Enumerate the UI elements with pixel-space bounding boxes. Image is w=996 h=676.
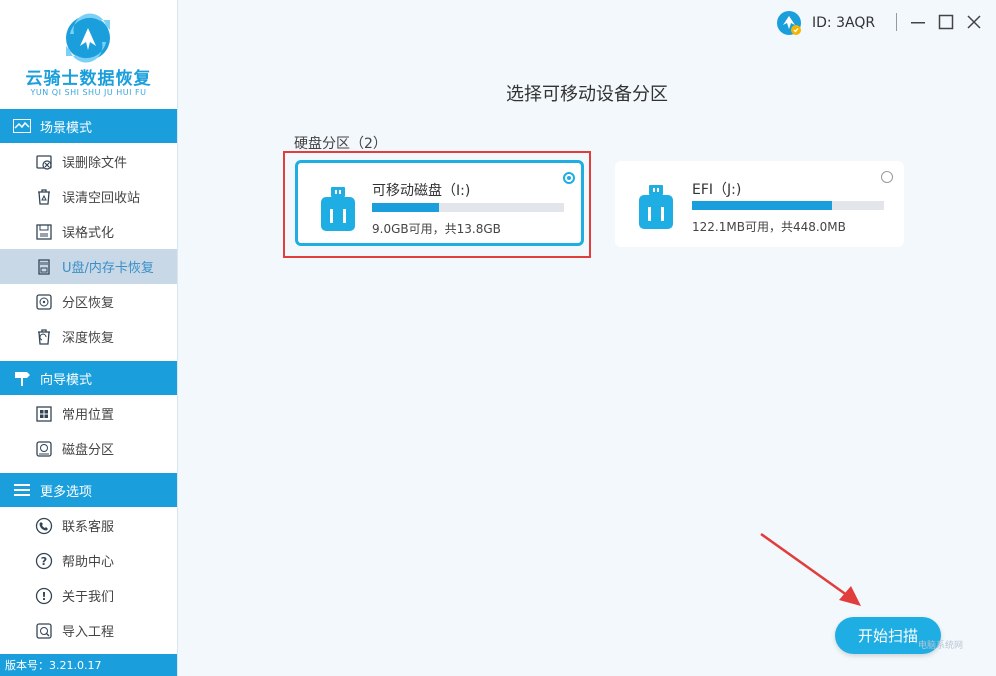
sidebar-item-deep-recovery[interactable]: 深度恢复: [0, 319, 177, 354]
info-icon: !: [35, 587, 53, 605]
sidebar: 云骑士数据恢复 YUN QI SHI SHU JU HUI FU 场景模式 误删…: [0, 0, 178, 676]
sidebar-item-label: 误清空回收站: [62, 191, 141, 206]
usage-bar-fill: [692, 201, 833, 210]
sidebar-item-format[interactable]: 误格式化: [0, 214, 177, 249]
sidebar-item-label: 帮助中心: [62, 555, 115, 570]
close-icon: [967, 15, 981, 29]
recycle-bin-icon: [35, 188, 53, 206]
deep-recover-icon: [35, 328, 53, 346]
sidebar-item-about-us[interactable]: ! 关于我们: [0, 578, 177, 613]
watermark: 电脑系统网: [918, 641, 964, 651]
partition-card-efi[interactable]: EFI（J:) 122.1MB可用，共448.0MB: [615, 161, 904, 247]
section-wizard-mode: 向导模式: [0, 361, 177, 395]
user-avatar-icon: [777, 11, 801, 35]
sidebar-item-help-center[interactable]: ? 帮助中心: [0, 543, 177, 578]
sidebar-item-label: 深度恢复: [62, 331, 115, 346]
sidebar-item-label: 磁盘分区: [62, 443, 115, 458]
app-name: 云骑士数据恢复: [25, 69, 152, 89]
separator: [895, 12, 899, 32]
version-label: 版本号：3.21.0.17: [0, 654, 177, 676]
page-title: 选择可移动设备分区: [506, 84, 668, 105]
section-title: 更多选项: [40, 484, 93, 500]
section-more-options: 更多选项: [0, 473, 177, 507]
usage-bar: [692, 201, 884, 210]
maximize-button[interactable]: [936, 12, 956, 32]
partition-icon: [35, 293, 53, 311]
minimize-icon: [911, 22, 925, 24]
menu-lines-icon: [13, 481, 31, 499]
windows-icon: [35, 405, 53, 423]
format-icon: [35, 223, 53, 241]
partition-count-label: 硬盘分区（2）: [294, 136, 387, 152]
close-button[interactable]: [964, 12, 984, 32]
partition-info: 122.1MB可用，共448.0MB: [692, 220, 846, 234]
sidebar-item-common-locations[interactable]: 常用位置: [0, 396, 177, 431]
sidebar-item-label: 导入工程: [62, 625, 115, 640]
usb-drive-icon: [321, 187, 355, 231]
disk-icon: [35, 440, 53, 458]
sidebar-item-deleted-files[interactable]: 误删除文件: [0, 144, 177, 179]
svg-text:!: !: [41, 590, 46, 603]
usage-bar: [372, 203, 564, 212]
annotation-arrow: [760, 532, 861, 606]
sidebar-item-label: 常用位置: [62, 408, 115, 423]
partition-name: 可移动磁盘（I:): [372, 183, 471, 199]
logo-icon: [66, 13, 110, 63]
signpost-icon: [13, 369, 31, 387]
app-name-pinyin: YUN QI SHI SHU JU HUI FU: [30, 88, 147, 97]
user-id: ID: 3AQR: [812, 15, 876, 31]
sidebar-item-partition-recovery[interactable]: 分区恢复: [0, 284, 177, 319]
sidebar-item-disk-partition[interactable]: 磁盘分区: [0, 431, 177, 466]
radio-selected[interactable]: [563, 172, 575, 184]
svg-text:?: ?: [41, 555, 47, 568]
minimize-button[interactable]: [908, 12, 928, 32]
section-title: 场景模式: [40, 120, 93, 136]
sidebar-item-label: 联系客服: [62, 520, 115, 535]
section-title: 向导模式: [40, 372, 93, 388]
sidebar-item-label: 分区恢复: [62, 296, 115, 311]
sidebar-item-label: 关于我们: [62, 590, 115, 605]
app-logo: 云骑士数据恢复 YUN QI SHI SHU JU HUI FU: [0, 0, 177, 108]
user-id-area[interactable]: ID: 3AQR: [776, 10, 875, 36]
partition-name: EFI（J:): [692, 182, 742, 198]
maximize-icon: [938, 14, 954, 30]
section-scene-mode: 场景模式: [0, 109, 177, 143]
sidebar-item-usb-sd-recovery[interactable]: U盘/内存卡恢复: [0, 249, 177, 284]
sidebar-item-label: 误删除文件: [62, 156, 128, 171]
sidebar-item-recycle-bin[interactable]: 误清空回收站: [0, 179, 177, 214]
sidebar-item-label: 误格式化: [62, 226, 115, 241]
import-icon: [35, 622, 53, 640]
usage-bar-fill: [372, 203, 440, 212]
deleted-file-icon: [35, 153, 53, 171]
radio-unselected[interactable]: [881, 171, 893, 183]
sidebar-item-import-project[interactable]: 导入工程: [0, 613, 177, 648]
usb-drive-icon: [639, 185, 673, 229]
sidebar-item-contact-support[interactable]: 联系客服: [0, 508, 177, 543]
partition-card-removable-disk[interactable]: 可移动磁盘（I:) 9.0GB可用，共13.8GB: [295, 160, 584, 246]
sidebar-item-label: U盘/内存卡恢复: [62, 261, 154, 276]
sd-card-icon: [35, 258, 53, 276]
help-icon: ?: [35, 552, 53, 570]
partition-info: 9.0GB可用，共13.8GB: [372, 222, 501, 236]
phone-icon: [35, 517, 53, 535]
wave-icon: [13, 117, 31, 135]
